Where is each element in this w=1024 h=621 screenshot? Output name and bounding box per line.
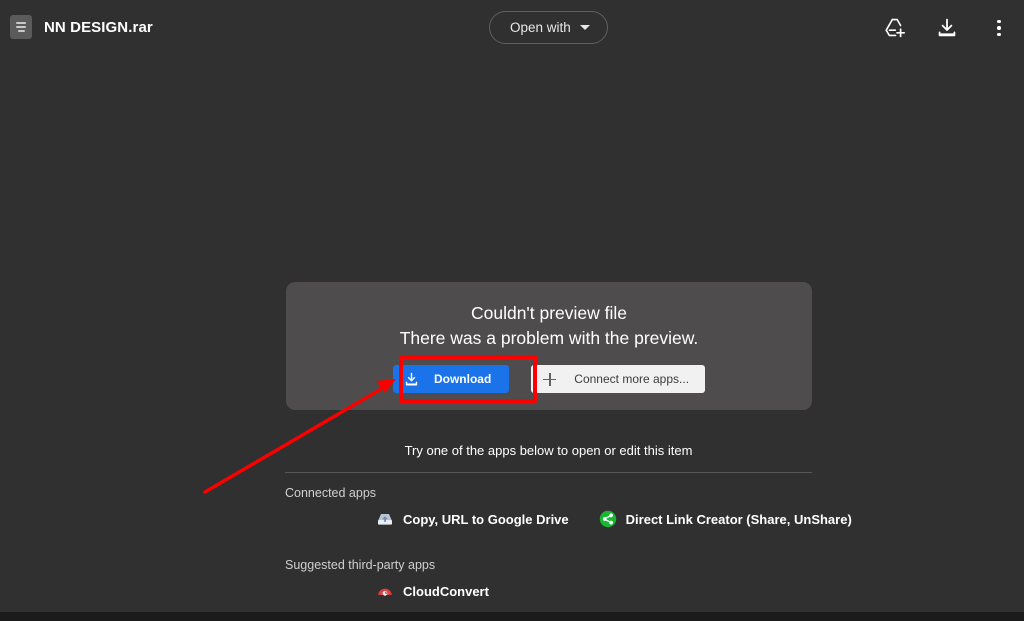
suggested-apps-label: Suggested third-party apps <box>285 558 436 572</box>
top-bar: NN DESIGN.rar Open with <box>0 0 1024 55</box>
preview-error-title: Couldn't preview file <box>470 303 628 323</box>
suggested-apps-row: CloudConvert <box>285 572 812 600</box>
cloudconvert-icon <box>376 582 394 600</box>
connect-more-apps-button[interactable]: Connect more apps... <box>531 365 706 393</box>
file-name: NN DESIGN.rar <box>44 18 153 36</box>
preview-error-card: Couldn't preview file There was a proble… <box>286 282 812 410</box>
direct-link-creator-icon <box>599 510 617 528</box>
file-title-group: NN DESIGN.rar <box>10 15 153 39</box>
copy-url-drive-icon <box>376 510 394 528</box>
add-to-drive-button[interactable] <box>878 11 912 45</box>
archive-file-icon <box>10 15 32 39</box>
download-icon <box>405 372 418 386</box>
more-vertical-icon <box>997 19 1001 37</box>
app-label: CloudConvert <box>403 583 489 599</box>
app-cloudconvert[interactable]: CloudConvert <box>376 582 511 600</box>
top-bar-actions <box>878 11 1016 45</box>
download-button-label: Download <box>433 372 492 386</box>
app-label: Copy, URL to Google Drive <box>403 511 569 527</box>
connected-apps-label: Connected apps <box>285 486 377 500</box>
download-icon <box>938 18 956 37</box>
plus-icon <box>543 372 557 386</box>
open-with-label: Open with <box>510 20 571 35</box>
more-options-button[interactable] <box>982 11 1016 45</box>
add-to-drive-icon <box>885 18 906 38</box>
chevron-down-icon <box>579 25 590 30</box>
try-apps-text: Try one of the apps below to open or edi… <box>404 443 693 458</box>
app-copy-url-to-google-drive[interactable]: Copy, URL to Google Drive <box>376 510 591 528</box>
connect-more-apps-label: Connect more apps... <box>574 372 690 386</box>
apps-section: Try one of the apps below to open or edi… <box>285 443 852 614</box>
connected-apps-row: Copy, URL to Google Drive Direct Link Cr… <box>285 500 852 528</box>
preview-card-actions: Download Connect more apps... <box>286 365 812 393</box>
download-button[interactable] <box>930 11 964 45</box>
app-direct-link-creator[interactable]: Direct Link Creator (Share, UnShare) <box>599 510 874 528</box>
window-bottom-strip <box>0 612 1024 621</box>
preview-error-message: There was a problem with the preview. <box>399 328 699 348</box>
app-label: Direct Link Creator (Share, UnShare) <box>625 511 852 527</box>
open-with-button[interactable]: Open with <box>489 11 608 44</box>
download-file-button[interactable]: Download <box>392 365 510 393</box>
